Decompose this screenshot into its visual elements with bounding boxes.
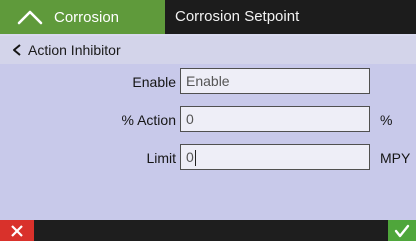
action-unit: % [380, 112, 393, 128]
action-inhibitor-back-button[interactable]: Action Inhibitor [0, 36, 416, 64]
chevron-left-icon [13, 44, 21, 56]
cancel-button[interactable] [0, 220, 34, 241]
back-label: Corrosion [54, 8, 120, 26]
action-row: % Action 0 % [0, 106, 416, 134]
limit-unit: MPY [380, 150, 411, 166]
limit-value: 0 [186, 149, 194, 165]
back-to-corrosion-button[interactable]: Corrosion [0, 0, 165, 34]
chevron-up-icon [17, 10, 43, 25]
action-input[interactable]: 0 [180, 106, 370, 132]
limit-row: Limit 0 MPY [0, 144, 416, 172]
page-title: Corrosion Setpoint [175, 8, 300, 25]
limit-label: Limit [146, 150, 176, 166]
check-icon [394, 224, 410, 237]
top-bar: Corrosion Corrosion Setpoint [0, 0, 416, 34]
confirm-button[interactable] [388, 220, 416, 241]
close-icon [11, 224, 23, 237]
subbar-label: Action Inhibitor [28, 42, 121, 58]
setpoint-form: Enable Enable % Action 0 % Limit 0 MPY [0, 64, 416, 220]
enable-label: Enable [132, 74, 176, 90]
bottom-bar [0, 220, 416, 241]
screen: Corrosion Corrosion Setpoint Action Inhi… [0, 0, 416, 241]
limit-input[interactable]: 0 [180, 144, 370, 170]
action-label: % Action [121, 112, 176, 128]
enable-row: Enable Enable [0, 68, 416, 96]
enable-select[interactable]: Enable [180, 68, 370, 94]
text-cursor [194, 150, 196, 167]
